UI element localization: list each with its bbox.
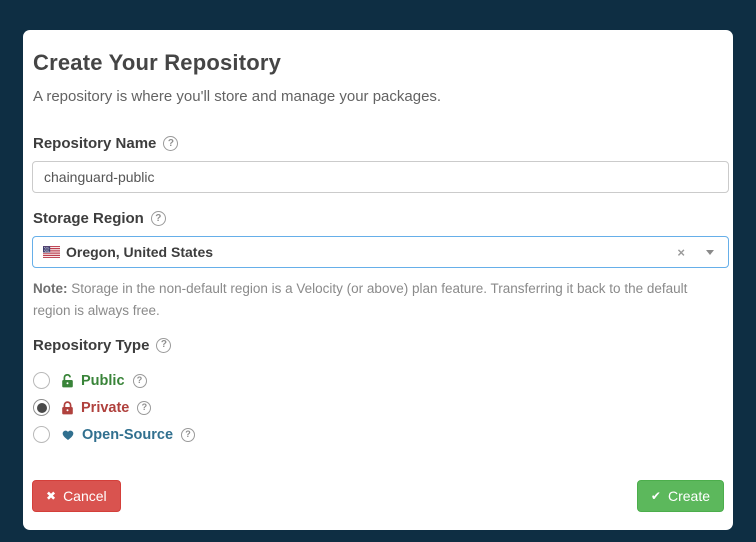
check-icon: ✔ <box>651 490 661 502</box>
help-icon[interactable]: ? <box>163 136 178 151</box>
repository-type-option-open-source: Open-Source ? <box>33 426 724 444</box>
private-radio[interactable] <box>33 399 50 416</box>
cancel-button-label: Cancel <box>63 488 107 504</box>
chevron-down-icon[interactable] <box>706 250 714 255</box>
public-radio[interactable] <box>33 372 50 389</box>
help-icon[interactable]: ? <box>133 374 147 388</box>
repository-type-option-private: Private ? <box>33 399 724 417</box>
storage-region-field: Storage Region ? <box>32 210 724 323</box>
open-source-radio[interactable] <box>33 426 50 443</box>
x-icon: ✖ <box>46 490 56 502</box>
modal-subtitle: A repository is where you'll store and m… <box>33 88 724 105</box>
public-option-label[interactable]: Public <box>81 373 125 389</box>
storage-region-select[interactable]: Oregon, United States × <box>32 236 729 268</box>
open-source-option-label[interactable]: Open-Source <box>82 427 173 443</box>
create-button-label: Create <box>668 488 710 504</box>
unlock-icon <box>61 374 74 388</box>
create-button[interactable]: ✔ Create <box>637 480 724 512</box>
note-prefix: Note: <box>33 281 68 296</box>
repository-name-input[interactable] <box>32 161 729 193</box>
lock-icon <box>61 401 74 415</box>
private-option-label[interactable]: Private <box>81 400 129 416</box>
repository-type-label: Repository Type <box>33 337 149 354</box>
storage-region-label: Storage Region <box>33 210 144 227</box>
help-icon[interactable]: ? <box>137 401 151 415</box>
page-title: Create Your Repository <box>33 50 724 76</box>
cancel-button[interactable]: ✖ Cancel <box>32 480 121 512</box>
help-icon[interactable]: ? <box>156 338 171 353</box>
repository-type-option-public: Public ? <box>33 372 724 390</box>
repository-type-field: Repository Type ? Public ? <box>32 337 724 444</box>
repository-name-label: Repository Name <box>33 135 156 152</box>
heart-icon <box>61 428 75 441</box>
us-flag-icon <box>43 246 60 258</box>
storage-region-value: Oregon, United States <box>66 244 677 260</box>
clear-selection-icon[interactable]: × <box>677 245 685 260</box>
modal-footer: ✖ Cancel ✔ Create <box>32 480 724 512</box>
note-text: Storage in the non-default region is a V… <box>33 281 687 318</box>
help-icon[interactable]: ? <box>181 428 195 442</box>
repository-name-field: Repository Name ? <box>32 135 724 193</box>
help-icon[interactable]: ? <box>151 211 166 226</box>
storage-region-note: Note: Storage in the non-default region … <box>33 278 723 323</box>
create-repository-modal: Create Your Repository A repository is w… <box>23 30 733 530</box>
page-background: Create Your Repository A repository is w… <box>0 0 756 542</box>
